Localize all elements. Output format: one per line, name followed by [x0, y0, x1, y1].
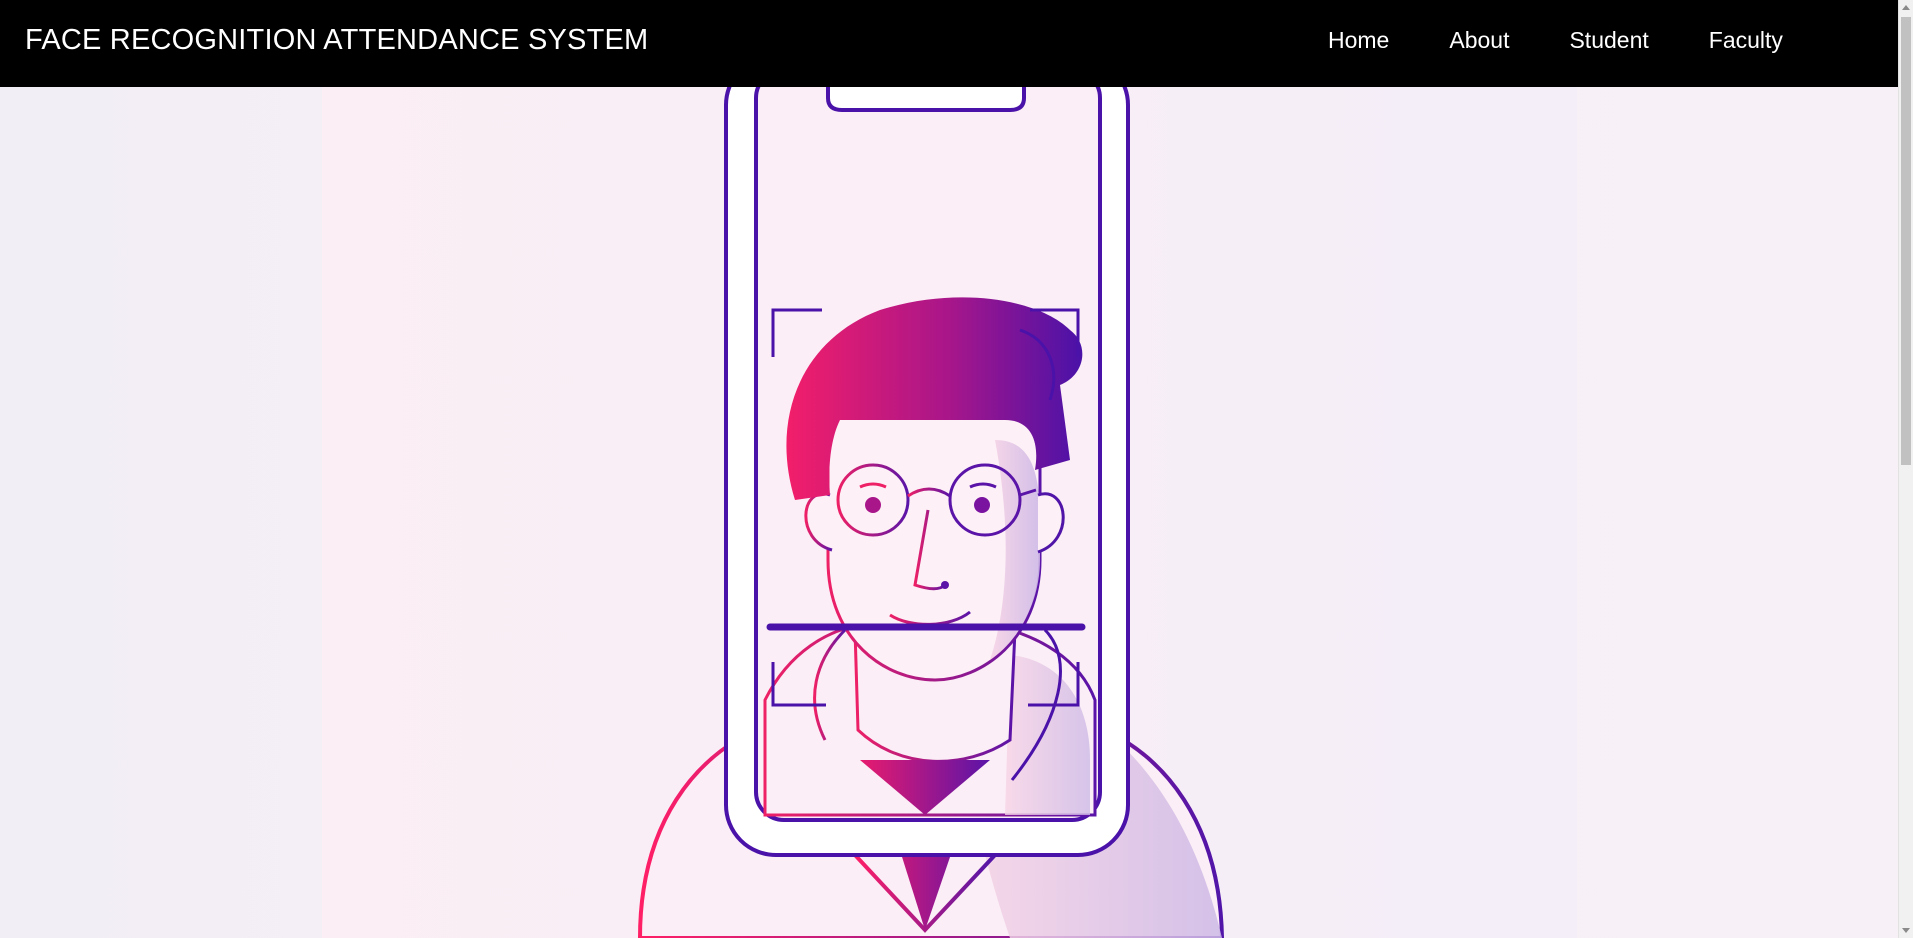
scroll-down-icon[interactable] — [1902, 928, 1910, 933]
nav-home-link[interactable]: Home — [1328, 27, 1389, 54]
main-nav: Home About Student Faculty — [1328, 27, 1843, 54]
page: FACE RECOGNITION ATTENDANCE SYSTEM Home … — [0, 0, 1913, 938]
hero-section — [322, 87, 1577, 938]
nav-student-link[interactable]: Student — [1569, 27, 1648, 54]
vertical-scrollbar[interactable] — [1898, 0, 1913, 938]
scrollbar-thumb[interactable] — [1901, 17, 1911, 465]
top-navbar: FACE RECOGNITION ATTENDANCE SYSTEM Home … — [0, 0, 1899, 87]
face-scan-illustration — [637, 87, 1225, 938]
nav-faculty-link[interactable]: Faculty — [1709, 27, 1783, 54]
scroll-up-icon[interactable] — [1902, 5, 1910, 10]
nav-about-link[interactable]: About — [1449, 27, 1509, 54]
site-brand[interactable]: FACE RECOGNITION ATTENDANCE SYSTEM — [25, 24, 648, 57]
